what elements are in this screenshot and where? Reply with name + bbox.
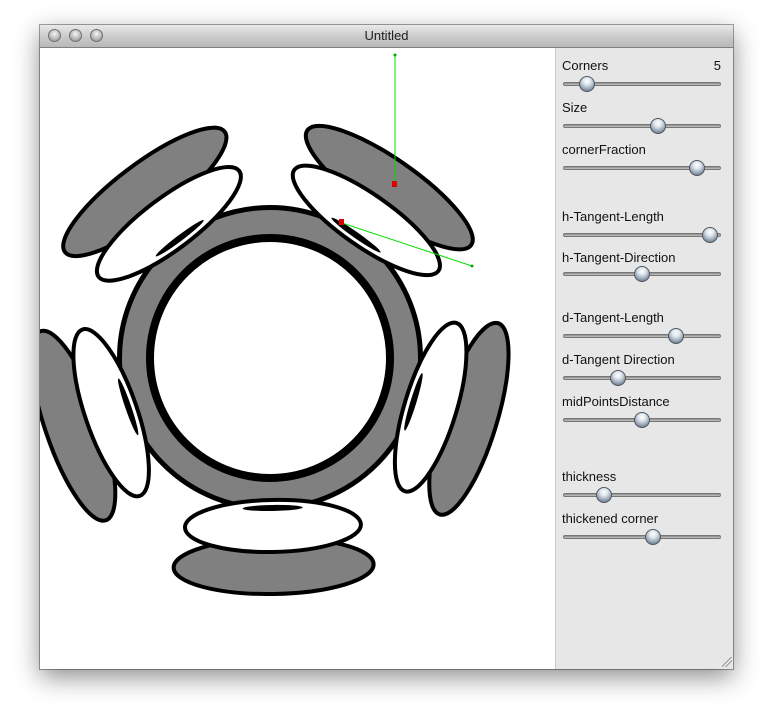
corner-fraction-label: cornerFraction [562, 142, 646, 157]
control-point-lower [339, 219, 344, 225]
corners-slider[interactable] [563, 76, 721, 94]
corners-label: Corners [562, 58, 609, 73]
controls-panel: Corners 5 Size cornerFraction h-Tangent-… [555, 48, 733, 669]
slider-knob[interactable] [578, 76, 595, 92]
h-tangent-length-label: h-Tangent-Length [562, 209, 664, 224]
slider-knob[interactable] [645, 529, 662, 545]
title-bar[interactable]: Untitled [40, 25, 733, 48]
mid-points-distance-label: midPointsDistance [562, 394, 670, 409]
d-tangent-direction-label: d-Tangent Direction [562, 352, 675, 367]
d-tangent-length-slider[interactable] [563, 328, 721, 346]
app-window: Untitled Corners 5 Size cornerFraction h… [40, 25, 733, 669]
h-tangent-direction-label: h-Tangent-Direction [562, 250, 676, 265]
thickness-label: thickness [562, 469, 617, 484]
d-tangent-direction-slider[interactable] [563, 370, 721, 388]
corner-lobe-group [171, 497, 376, 597]
thickened-corner-label: thickened corner [562, 511, 659, 526]
window-title: Untitled [364, 28, 409, 43]
corner-fraction-slider[interactable] [563, 160, 721, 178]
shape-layer [40, 123, 511, 597]
d-tangent-length-label: d-Tangent-Length [562, 310, 664, 325]
slider-knob[interactable] [634, 412, 650, 428]
slider-knob[interactable] [609, 370, 626, 386]
slider-knob[interactable] [702, 227, 719, 243]
control-point-upper [392, 181, 397, 187]
size-slider[interactable] [563, 118, 721, 136]
resize-grip[interactable] [722, 657, 732, 667]
thickened-corner-slider[interactable] [563, 529, 721, 547]
h-tangent-direction-slider[interactable] [563, 266, 721, 284]
slider-knob[interactable] [668, 328, 685, 344]
slider-knob[interactable] [689, 160, 706, 176]
mid-points-distance-slider[interactable] [563, 412, 721, 430]
corners-value: 5 [713, 58, 721, 73]
h-tangent-length-slider[interactable] [563, 227, 721, 245]
inner-hole [150, 238, 390, 478]
tangent-endpoint-right [470, 264, 474, 268]
star-shape-drawing[interactable] [40, 48, 555, 669]
slider-knob[interactable] [634, 266, 650, 282]
thickness-slider[interactable] [563, 487, 721, 505]
slider-knob[interactable] [595, 487, 612, 503]
tangent-endpoint-top [393, 53, 397, 57]
size-label: Size [562, 100, 588, 115]
slider-knob[interactable] [649, 118, 666, 134]
drawing-canvas[interactable] [40, 48, 555, 669]
